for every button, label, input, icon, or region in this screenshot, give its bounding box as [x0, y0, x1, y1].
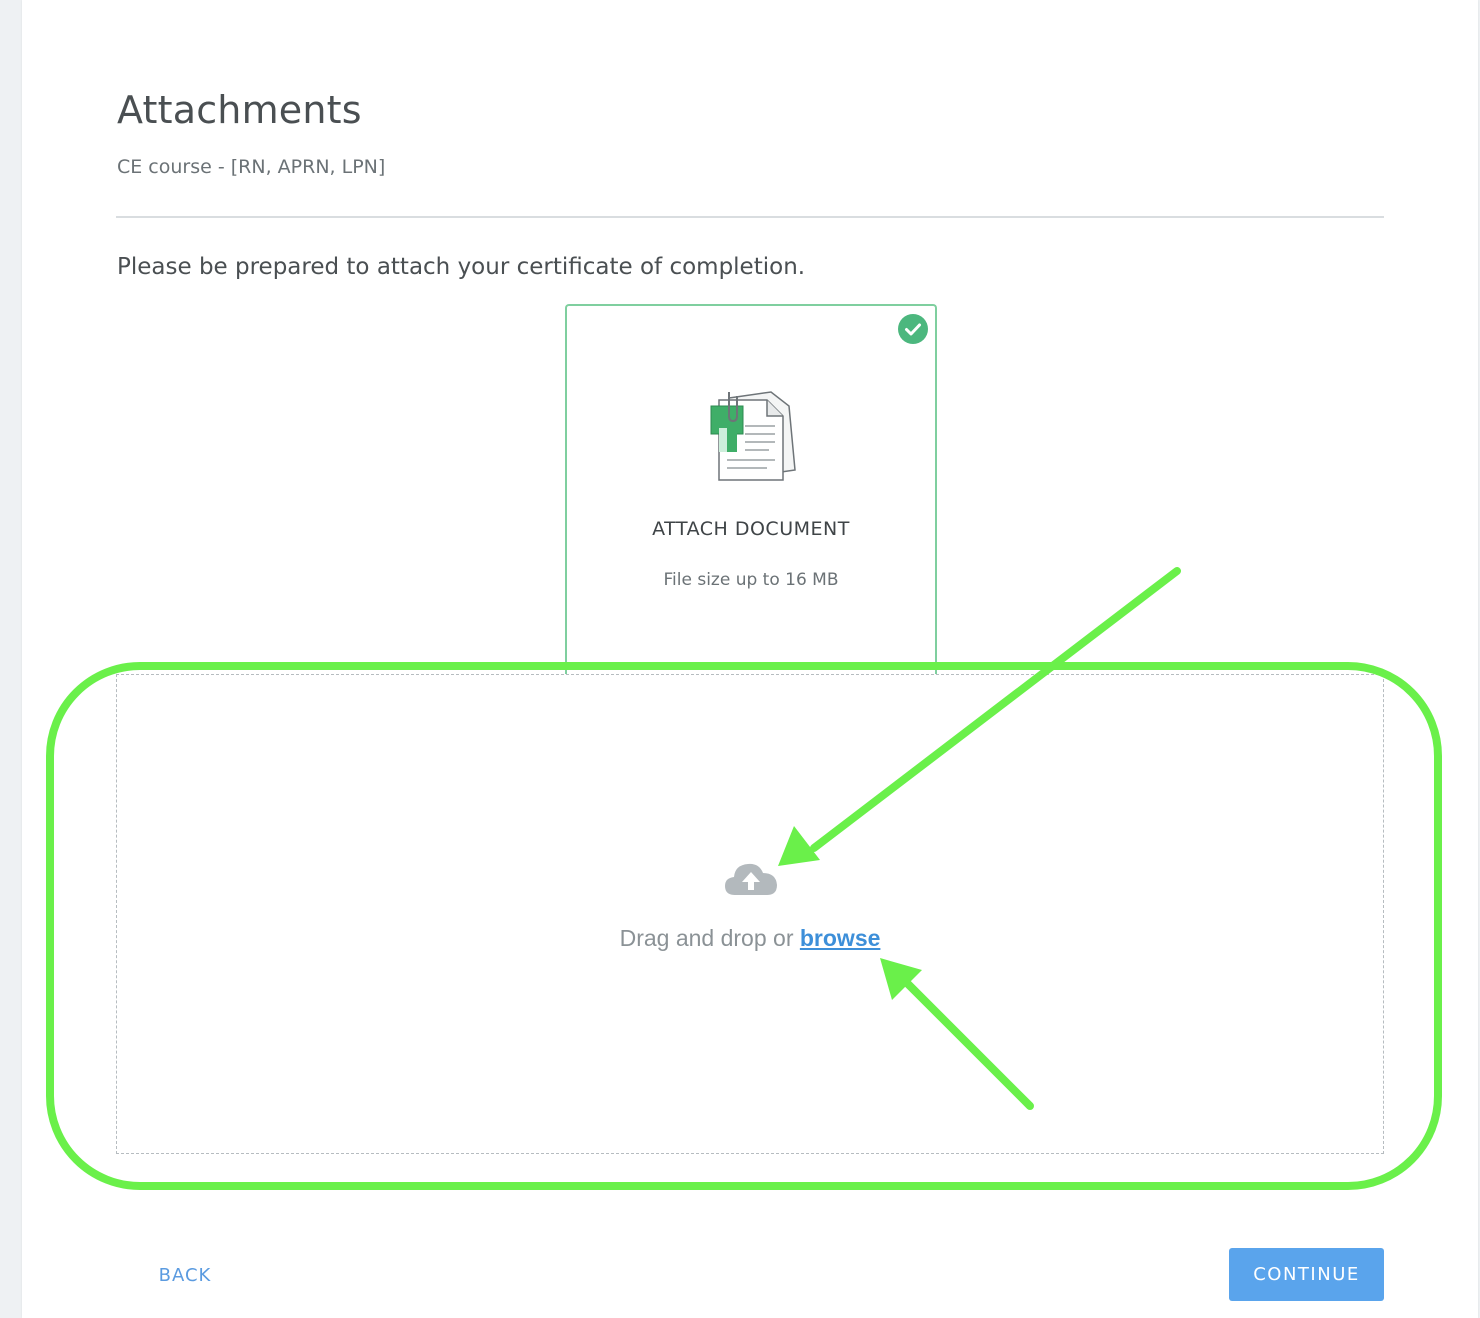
file-size-note: File size up to 16 MB	[663, 570, 839, 590]
page-title: Attachments	[117, 88, 362, 132]
dropzone-prompt: Drag and drop or	[619, 925, 794, 951]
page-subtitle: CE course - [RN, APRN, LPN]	[117, 156, 386, 178]
continue-button[interactable]: CONTINUE	[1229, 1248, 1384, 1301]
attach-document-card[interactable]: ATTACH DOCUMENT File size up to 16 MB	[565, 304, 937, 686]
header-divider	[116, 216, 1384, 218]
instructions-text: Please be prepared to attach your certif…	[117, 254, 806, 280]
attach-document-title: ATTACH DOCUMENT	[652, 518, 850, 540]
browse-link[interactable]: browse	[800, 925, 881, 951]
dropzone-text: Drag and drop or browse	[117, 925, 1383, 952]
cloud-upload-icon	[725, 863, 777, 895]
file-dropzone[interactable]: Drag and drop or browse	[116, 674, 1384, 1154]
back-button[interactable]: BACK	[140, 1251, 230, 1299]
attachments-page: Attachments CE course - [RN, APRN, LPN] …	[22, 0, 1478, 1318]
check-circle-icon	[898, 314, 928, 344]
document-with-clip-icon	[710, 391, 796, 481]
